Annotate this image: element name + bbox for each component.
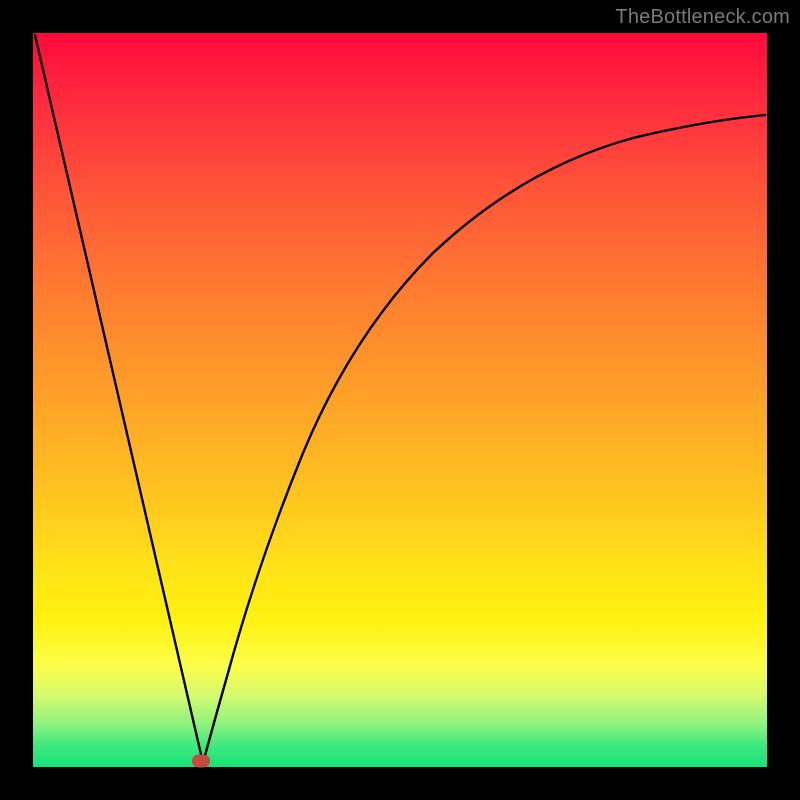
curve-right-branch: [203, 115, 765, 763]
curve-left-branch: [35, 35, 203, 763]
chart-frame: TheBottleneck.com: [0, 0, 800, 800]
bottleneck-curve: [33, 33, 767, 767]
optimal-point-marker: [192, 755, 210, 768]
plot-area: [33, 33, 767, 767]
watermark-text: TheBottleneck.com: [615, 6, 790, 29]
